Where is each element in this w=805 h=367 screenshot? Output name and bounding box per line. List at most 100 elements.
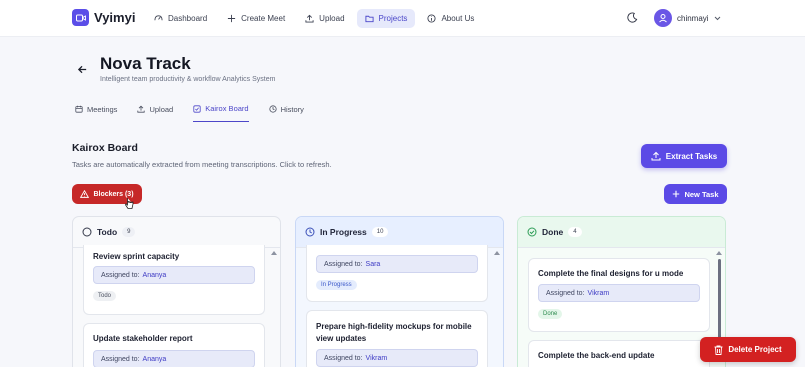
status-badge: Done: [538, 309, 563, 319]
video-camera-icon: [72, 9, 89, 26]
page-title: Nova Track: [100, 54, 191, 73]
new-task-label: New Task: [684, 189, 719, 199]
tab-upload[interactable]: Upload: [137, 104, 173, 122]
assignee-name: Sara: [365, 260, 381, 268]
nav-about-us[interactable]: About Us: [419, 9, 482, 28]
task-assignee: Assigned to: Vikram: [316, 349, 478, 367]
column-done: Done 4 Complete the final designs for u …: [517, 216, 726, 367]
task-card[interactable]: Complete the final designs for u mode As…: [528, 258, 710, 332]
tab-kairox-board[interactable]: Kairox Board: [193, 104, 249, 122]
tab-upload-label: Upload: [149, 104, 174, 114]
column-header-todo: Todo 9: [73, 217, 280, 248]
extract-tasks-label: Extract Tasks: [665, 151, 718, 161]
extract-tasks-button[interactable]: Extract Tasks: [641, 144, 727, 168]
board-description[interactable]: Tasks are automatically extracted from m…: [72, 160, 332, 169]
task-card[interactable]: Update stakeholder report Assigned to: A…: [83, 323, 265, 367]
task-assignee: Assigned to: Sara: [316, 255, 478, 273]
plus-icon: [228, 14, 236, 23]
column-done-label: Done: [542, 227, 564, 237]
task-assignee: Assigned to: Vikram: [538, 284, 700, 302]
calendar-icon: [75, 105, 83, 113]
new-task-button[interactable]: New Task: [664, 184, 727, 204]
nav-projects[interactable]: Projects: [356, 9, 416, 28]
assigned-prefix: Assigned to:: [101, 271, 140, 279]
page-subtitle: Intelligent team productivity & workflow…: [100, 76, 276, 83]
upload-icon: [137, 105, 146, 113]
task-assignee: Assigned to: Ananya: [93, 266, 255, 284]
column-in-progress: In Progress 10 Assigned to: Sara In Prog…: [295, 216, 504, 367]
main-nav: Dashboard Create Meet Upload Projects Ab…: [146, 9, 482, 28]
nav-upload-label: Upload: [319, 14, 345, 23]
tab-meetings-label: Meetings: [87, 104, 118, 114]
status-badge: Todo: [93, 291, 117, 301]
scroll-up-arrow[interactable]: [716, 251, 722, 255]
task-title: Complete the final designs for u mode: [538, 269, 684, 278]
task-title-line: Prepare high-fidelity mockups for mobile: [316, 322, 472, 331]
task-title: Complete the back-end update: [538, 351, 655, 360]
clock-icon: [305, 227, 315, 237]
assigned-prefix: Assigned to:: [324, 354, 363, 362]
tab-history[interactable]: History: [268, 104, 304, 122]
assignee-name: Ananya: [142, 271, 167, 279]
column-header-done: Done 4: [518, 217, 725, 248]
column-todo: Todo 9 Review sprint capacity Assigned t…: [72, 216, 281, 367]
folder-icon: [364, 15, 374, 23]
scroll-up-arrow[interactable]: [271, 251, 277, 255]
delete-project-label: Delete Project: [728, 345, 782, 354]
upload-icon: [651, 151, 661, 161]
nav-create-meet[interactable]: Create Meet: [219, 9, 293, 28]
checkbox-icon: [193, 104, 201, 113]
column-in-progress-count: 10: [371, 227, 389, 237]
assignee-name: Vikram: [587, 289, 610, 297]
tab-kairox-board-label: Kairox Board: [205, 104, 249, 113]
upload-icon: [305, 14, 314, 23]
back-arrow-icon[interactable]: [77, 64, 88, 75]
nav-create-meet-label: Create Meet: [241, 14, 286, 23]
tab-meetings[interactable]: Meetings: [75, 104, 117, 122]
assignee-name: Ananya: [142, 355, 167, 363]
moon-icon[interactable]: [627, 12, 638, 23]
chevron-down-icon: [714, 16, 720, 20]
task-title-line: view updates: [316, 334, 367, 343]
task-card[interactable]: Review sprint capacity Assigned to: Anan…: [83, 245, 265, 315]
nav-dashboard[interactable]: Dashboard: [146, 9, 215, 28]
column-header-in-progress: In Progress 10: [296, 217, 503, 248]
mouse-cursor-icon: [125, 198, 134, 209]
nav-projects-label: Projects: [378, 14, 408, 23]
user-name: chinmayi: [677, 13, 709, 23]
delete-project-button[interactable]: Delete Project: [700, 337, 796, 362]
user-icon: [659, 14, 667, 23]
circle-icon: [82, 227, 92, 237]
column-done-count: 4: [568, 227, 582, 237]
nav-dashboard-label: Dashboard: [168, 14, 208, 23]
assigned-prefix: Assigned to:: [101, 355, 140, 363]
column-in-progress-label: In Progress: [320, 227, 367, 237]
app-name: Vyimyi: [94, 10, 136, 25]
task-title: Prepare high-fidelity mockups for mobile…: [307, 311, 487, 345]
project-tabs: Meetings Upload Kairox Board History: [75, 104, 324, 122]
warning-icon: [80, 190, 90, 198]
task-title: Update stakeholder report: [93, 334, 193, 343]
nav-about-us-label: About Us: [441, 14, 475, 23]
scroll-up-arrow[interactable]: [494, 251, 500, 255]
assigned-prefix: Assigned to:: [324, 260, 363, 268]
board-title: Kairox Board: [72, 142, 138, 154]
dashboard-icon: [154, 15, 163, 21]
assignee-name: Vikram: [365, 354, 388, 362]
task-title: Review sprint capacity: [93, 252, 180, 261]
task-card[interactable]: Complete the back-end update: [528, 340, 710, 367]
app-logo[interactable]: Vyimyi: [72, 9, 135, 26]
check-circle-icon: [527, 227, 537, 237]
info-icon: [427, 14, 436, 23]
avatar: [654, 9, 672, 27]
top-navbar: Vyimyi Dashboard Create Meet Upload Proj…: [0, 0, 805, 37]
column-todo-count: 9: [122, 227, 136, 237]
assigned-prefix: Assigned to:: [546, 289, 585, 297]
task-card[interactable]: Assigned to: Sara In Progress: [306, 245, 488, 302]
task-assignee: Assigned to: Ananya: [93, 350, 255, 367]
column-todo-label: Todo: [97, 227, 118, 237]
tab-history-label: History: [280, 104, 304, 114]
user-menu[interactable]: chinmayi: [654, 9, 721, 27]
task-card[interactable]: Prepare high-fidelity mockups for mobile…: [306, 310, 488, 367]
nav-upload[interactable]: Upload: [297, 9, 352, 28]
